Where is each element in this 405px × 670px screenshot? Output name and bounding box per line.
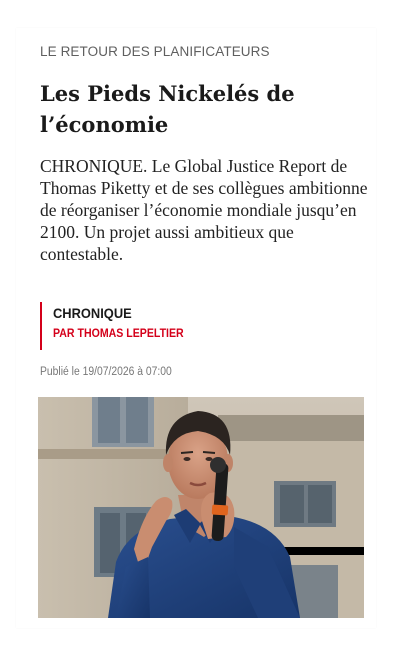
article-title[interactable]: Les Pieds Nickelés de l’économie (40, 78, 360, 140)
byline-type: CHRONIQUE (53, 305, 132, 321)
byline: CHRONIQUE PAR THOMAS LEPELTIER (40, 302, 195, 350)
article-photo[interactable] (38, 397, 364, 618)
article-kicker[interactable]: LE RETOUR DES PLANIFICATEURS (40, 44, 270, 59)
article-lede: CHRONIQUE. Le Global Justice Report de T… (40, 156, 368, 264)
author-link[interactable]: PAR THOMAS LEPELTIER (53, 328, 184, 340)
publication-date: Publié le 19/07/2026 à 07:00 (40, 366, 172, 378)
